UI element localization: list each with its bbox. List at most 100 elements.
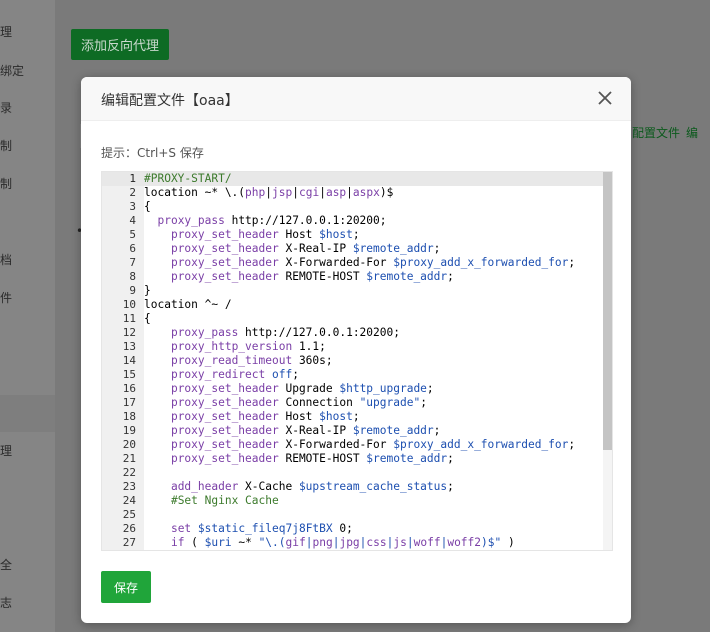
line-number: 6: [129, 242, 136, 255]
code-text: proxy_set_header REMOTE-HOST $remote_add…: [170, 270, 454, 283]
code-text: proxy_pass http://127.0.0.1:20200;: [157, 214, 387, 227]
code-line[interactable]: 26 set $static_fileq7j8FtBX 0;: [102, 522, 612, 536]
line-number: 5: [129, 228, 136, 241]
line-number: 17: [122, 396, 136, 409]
sidebar-item[interactable]: 件: [0, 289, 12, 306]
line-number: 15: [122, 368, 136, 381]
background-action-links: 配置文件编: [632, 124, 704, 141]
code-text: proxy_set_header X-Real-IP $remote_addr;: [170, 242, 441, 255]
code-line[interactable]: 15 proxy_redirect off;: [102, 368, 612, 382]
line-number: 14: [122, 354, 136, 367]
code-line[interactable]: 23 add_header X-Cache $upstream_cache_st…: [102, 480, 612, 494]
code-line[interactable]: 22: [102, 466, 612, 480]
code-text: #Set Nginx Cache: [170, 494, 279, 507]
line-number: 27: [122, 536, 136, 549]
code-line[interactable]: 12 proxy_pass http://127.0.0.1:20200;: [102, 326, 612, 340]
code-line[interactable]: 8 proxy_set_header REMOTE-HOST $remote_a…: [102, 270, 612, 284]
edit-config-dialog: 编辑配置文件【oaa】 提示：Ctrl+S 保存 1 #PROXY-START/2…: [81, 77, 631, 623]
editor-scrollbar[interactable]: [603, 172, 612, 550]
line-number: 4: [129, 214, 136, 227]
code-text: proxy_http_version 1.1;: [170, 340, 326, 353]
sidebar-item[interactable]: 档: [0, 251, 12, 268]
sidebar-item[interactable]: 制: [0, 137, 12, 154]
line-number: 12: [122, 326, 136, 339]
save-button[interactable]: 保存: [101, 571, 151, 603]
edit-link[interactable]: 编: [686, 126, 698, 140]
line-number: 16: [122, 382, 136, 395]
code-line[interactable]: 10 location ^~ /: [102, 298, 612, 312]
code-line[interactable]: 14 proxy_read_timeout 360s;: [102, 354, 612, 368]
sidebar-band: [0, 0, 55, 395]
line-number: 26: [122, 522, 136, 535]
sidebar-item[interactable]: 全: [0, 556, 12, 573]
code-line[interactable]: 13 proxy_http_version 1.1;: [102, 340, 612, 354]
code-text: if ( $uri ~* "\.(gif|png|jpg|css|js|woff…: [170, 536, 515, 549]
code-line[interactable]: 18 proxy_set_header Host $host;: [102, 410, 612, 424]
code-text: location ~* \.(php|jsp|cgi|asp|aspx)$: [144, 186, 394, 199]
code-line[interactable]: 27 if ( $uri ~* "\.(gif|png|jpg|css|js|w…: [102, 536, 612, 550]
line-number: 11: [122, 312, 136, 325]
line-number: 18: [122, 410, 136, 423]
code-text: proxy_set_header X-Real-IP $remote_addr;: [170, 424, 441, 437]
code-line[interactable]: 17 proxy_set_header Connection "upgrade"…: [102, 396, 612, 410]
config-file-link[interactable]: 配置文件: [632, 126, 680, 140]
line-number: 19: [122, 424, 136, 437]
code-line[interactable]: 20 proxy_set_header X-Forwarded-For $pro…: [102, 438, 612, 452]
code-text: proxy_set_header X-Forwarded-For $proxy_…: [170, 438, 576, 451]
line-number: 10: [122, 298, 136, 311]
code-line[interactable]: 6 proxy_set_header X-Real-IP $remote_add…: [102, 242, 612, 256]
code-text: proxy_set_header X-Forwarded-For $proxy_…: [170, 256, 576, 269]
line-number: 2: [129, 186, 136, 199]
line-number: 24: [122, 494, 136, 507]
code-text: proxy_set_header Host $host;: [170, 410, 360, 423]
line-number: 8: [129, 270, 136, 283]
code-text: {: [144, 200, 151, 213]
line-number: 7: [129, 256, 136, 269]
sidebar-item[interactable]: 志: [0, 594, 12, 611]
code-text: add_header X-Cache $upstream_cache_statu…: [170, 480, 454, 493]
save-hint: 提示：Ctrl+S 保存: [101, 146, 204, 160]
sidebar-item[interactable]: 制: [0, 175, 12, 192]
code-text: proxy_pass http://127.0.0.1:20200;: [170, 326, 400, 339]
code-line[interactable]: 7 proxy_set_header X-Forwarded-For $prox…: [102, 256, 612, 270]
sidebar-item[interactable]: 录: [0, 99, 12, 116]
code-line[interactable]: 16 proxy_set_header Upgrade $http_upgrad…: [102, 382, 612, 396]
code-line[interactable]: 24 #Set Nginx Cache: [102, 494, 612, 508]
line-number: 9: [129, 284, 136, 297]
line-number: 13: [122, 340, 136, 353]
line-number: 21: [122, 452, 136, 465]
code-editor[interactable]: 1 #PROXY-START/2 location ~* \.(php|jsp|cg…: [101, 171, 613, 551]
code-line[interactable]: 19 proxy_set_header X-Real-IP $remote_ad…: [102, 424, 612, 438]
code-text: proxy_set_header REMOTE-HOST $remote_add…: [170, 452, 454, 465]
line-number: 3: [129, 200, 136, 213]
line-number: 25: [122, 508, 136, 521]
code-text: proxy_redirect off;: [170, 368, 299, 381]
add-reverse-proxy-button[interactable]: 添加反向代理: [71, 29, 169, 60]
code-line[interactable]: 2 location ~* \.(php|jsp|cgi|asp|aspx)$: [102, 186, 612, 200]
sidebar-item[interactable]: 理: [0, 23, 12, 40]
line-number: 23: [122, 480, 136, 493]
sidebar-item[interactable]: 绑定: [0, 62, 24, 79]
dialog-title: 编辑配置文件【oaa】: [101, 93, 239, 109]
line-number: 20: [122, 438, 136, 451]
code-lines: 1 #PROXY-START/2 location ~* \.(php|jsp|cg…: [102, 172, 612, 550]
code-line[interactable]: 3{: [102, 200, 612, 214]
line-number: 22: [122, 466, 136, 479]
code-line[interactable]: 11 {: [102, 312, 612, 326]
code-line[interactable]: 21 proxy_set_header REMOTE-HOST $remote_…: [102, 452, 612, 466]
code-text: location ^~ /: [144, 298, 232, 311]
scrollbar-thumb[interactable]: [603, 172, 612, 450]
close-icon[interactable]: [595, 88, 615, 108]
code-text: proxy_read_timeout 360s;: [170, 354, 333, 367]
code-text: }: [144, 284, 151, 297]
code-line[interactable]: 5 proxy_set_header Host $host;: [102, 228, 612, 242]
sidebar-item[interactable]: 理: [0, 442, 12, 459]
code-line[interactable]: 1 #PROXY-START/: [102, 172, 612, 186]
code-text: proxy_set_header Connection "upgrade";: [170, 396, 427, 409]
code-line[interactable]: 25: [102, 508, 612, 522]
code-text: proxy_set_header Upgrade $http_upgrade;: [170, 382, 434, 395]
code-line[interactable]: 4 proxy_pass http://127.0.0.1:20200;: [102, 214, 612, 228]
dialog-header: 编辑配置文件【oaa】: [81, 77, 631, 121]
code-line[interactable]: 9}: [102, 284, 612, 298]
code-text: set $static_fileq7j8FtBX 0;: [170, 522, 353, 535]
